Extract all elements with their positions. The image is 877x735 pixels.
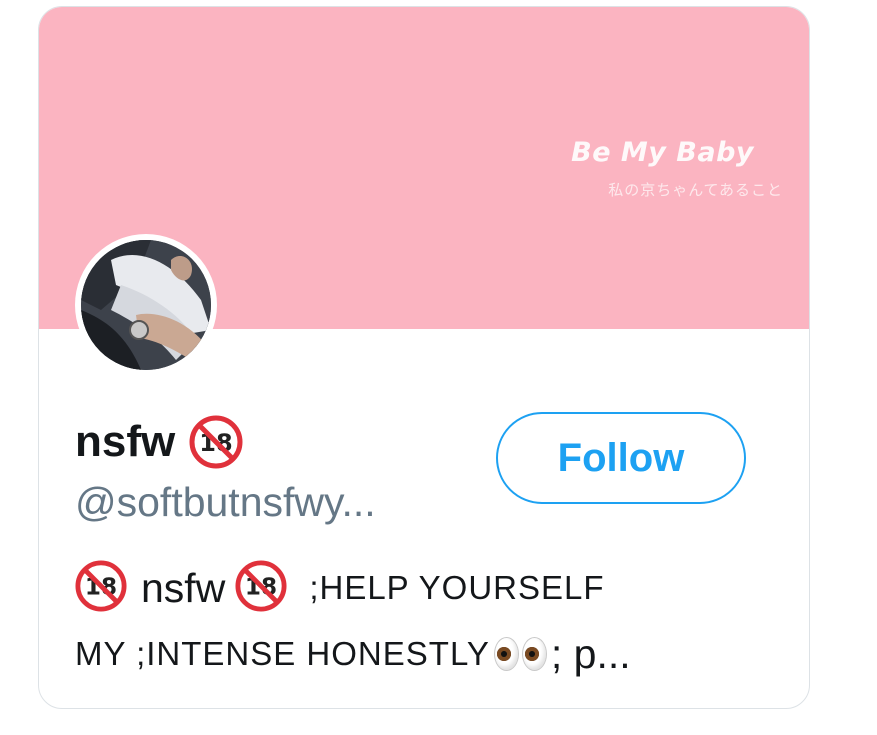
no-one-under-18-icon: 18 <box>75 559 127 617</box>
bio-text-2: MY ;INTENSE HONESTLY <box>75 635 490 672</box>
no-one-under-18-icon: 18 <box>235 559 287 617</box>
profile-name[interactable]: nsfw <box>75 420 175 464</box>
profile-card: Be My Baby 私の京ちゃんてあること nsfw 18 <box>38 6 810 709</box>
avatar[interactable] <box>75 234 217 376</box>
banner-title: Be My Baby <box>571 137 754 168</box>
profile-bio: 18 nsfw 18 ;HELP YOURSELF MY ;INTENSE HO… <box>75 555 775 687</box>
banner-subtitle: 私の京ちゃんてあること <box>608 181 783 199</box>
no-one-under-18-icon: 18 <box>189 415 243 469</box>
bio-text-1: ;HELP YOURSELF <box>309 569 605 606</box>
follow-button[interactable]: Follow <box>496 412 746 504</box>
bio-line-1: 18 nsfw 18 ;HELP YOURSELF <box>75 555 775 621</box>
profile-handle[interactable]: @softbutnsfwy... <box>75 479 376 526</box>
eyes-icon <box>493 637 547 671</box>
bio-text-tail: ; p... <box>550 630 631 677</box>
bio-word: nsfw <box>141 564 226 611</box>
bio-line-2: MY ;INTENSE HONESTLY ; p... <box>75 621 775 687</box>
profile-name-row: nsfw 18 <box>75 415 243 469</box>
avatar-photo <box>81 240 211 370</box>
